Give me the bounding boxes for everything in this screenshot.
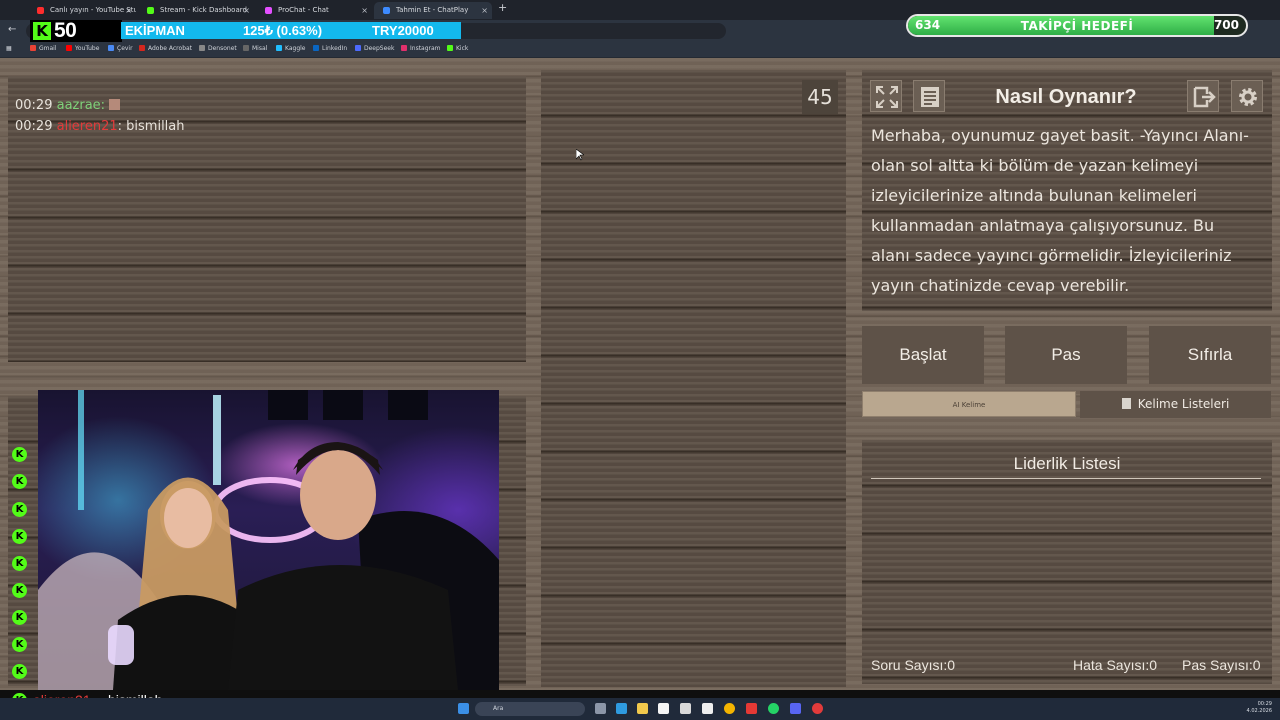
bookmark-instagram[interactable]: Instagram xyxy=(401,45,441,52)
chrome-icon[interactable] xyxy=(724,703,735,714)
youtube-app-icon[interactable] xyxy=(746,703,757,714)
countdown-timer: 45 xyxy=(802,80,838,114)
windows-taskbar: Ara 00:29 4.02.2026 xyxy=(0,698,1280,720)
goal-target: 700 xyxy=(1213,18,1239,32)
kick-icon xyxy=(147,7,154,14)
how-to-text: Merhaba, oyunumuz gayet basit. -Yayıncı … xyxy=(871,126,1249,295)
taskbar-search[interactable]: Ara xyxy=(475,702,585,716)
leaderboard-panel xyxy=(862,440,1272,684)
bookmark-densonet[interactable]: Densonet xyxy=(199,45,237,52)
whatsapp-icon[interactable] xyxy=(768,703,779,714)
tab-prochat[interactable]: ProChat - Chat × xyxy=(256,2,372,19)
bookmark-deepseek[interactable]: DeepSeek xyxy=(355,45,394,52)
leaderboard-divider xyxy=(871,478,1261,479)
start-button[interactable]: Başlat xyxy=(862,326,984,384)
settings-button[interactable] xyxy=(1231,80,1263,112)
follower-goal-bar: 634 TAKİPÇİ HEDEFİ 700 xyxy=(906,14,1248,37)
reset-button[interactable]: Sıfırla xyxy=(1149,326,1271,384)
back-icon[interactable]: ← xyxy=(8,24,16,35)
start-menu-icon[interactable] xyxy=(458,703,469,714)
task-view-icon[interactable] xyxy=(595,703,606,714)
notes-button[interactable] xyxy=(913,80,945,112)
document-icon xyxy=(921,87,939,107)
close-icon[interactable]: × xyxy=(125,2,132,19)
bookmark-misal[interactable]: Misal xyxy=(243,45,267,52)
bookmark-youtube[interactable]: YouTube xyxy=(66,45,99,52)
how-to-title: Nasıl Oynanır? xyxy=(995,86,1137,108)
close-icon[interactable]: × xyxy=(361,2,368,19)
ticker-item: EKİPMAN xyxy=(125,23,185,38)
tab-label: ProChat - Chat xyxy=(278,6,329,14)
tab-label: Tahmin Et - ChatPlay xyxy=(396,6,469,14)
close-icon[interactable]: × xyxy=(243,2,250,19)
chat-log-line: 00:29 alieren21: bismillah xyxy=(15,119,185,134)
goal-title: TAKİPÇİ HEDEFİ xyxy=(1020,19,1134,33)
fullscreen-icon xyxy=(876,86,898,108)
kick-chat-icon: K xyxy=(12,474,27,489)
obs-icon[interactable] xyxy=(812,703,823,714)
ai-word-label: AI Kelime xyxy=(952,401,986,409)
kick-chat-icon: K xyxy=(12,502,27,517)
bookmark-gmail[interactable]: Gmail xyxy=(30,45,57,52)
ai-word-button[interactable]: AI Kelime xyxy=(862,391,1076,417)
prochat-icon xyxy=(265,7,272,14)
discord-icon[interactable] xyxy=(790,703,801,714)
app-icon[interactable] xyxy=(702,703,713,714)
exit-button[interactable] xyxy=(1187,80,1219,112)
gear-icon xyxy=(1239,88,1257,106)
screen: Canlı yayın - YouTube Studio × Stream - … xyxy=(0,0,1280,720)
kick-viewer-count: 50 xyxy=(54,19,77,42)
kick-chat-icon: K xyxy=(12,529,27,544)
fullscreen-button[interactable] xyxy=(870,80,902,112)
ticker-item: 125₺ (0.63%) xyxy=(242,22,323,38)
bookmark-adobe[interactable]: Adobe Acrobat xyxy=(139,45,192,52)
bookmark-linkedin[interactable]: LinkedIn xyxy=(313,45,347,52)
tab-youtube-studio[interactable]: Canlı yayın - YouTube Studio × xyxy=(28,2,136,19)
new-tab-icon[interactable]: + xyxy=(498,1,507,14)
close-icon[interactable]: × xyxy=(481,2,488,19)
chat-log-line: 00:29 aazrae: xyxy=(15,98,121,113)
kick-chat-icon: K xyxy=(12,447,27,462)
word-lists-label: Kelime Listeleri xyxy=(1137,397,1230,411)
kick-chat-icon: K xyxy=(12,664,27,679)
leaderboard-title: Liderlik Listesi xyxy=(1013,454,1121,473)
kick-chat-icon: K xyxy=(12,583,27,598)
chatplay-icon xyxy=(383,7,390,14)
apps-icon[interactable]: ▦ xyxy=(6,45,12,52)
kick-chat-icon: K xyxy=(12,556,27,571)
kick-chat-icon: K xyxy=(12,610,27,625)
pass-count: Pas Sayısı:0 xyxy=(1182,657,1261,673)
bookmarks-bar: ▦ Gmail YouTube Çevir Adobe Acrobat Dens… xyxy=(0,42,1280,58)
bookmark-kaggle[interactable]: Kaggle xyxy=(276,45,305,52)
word-area-panel xyxy=(541,70,846,687)
question-count: Soru Sayısı:0 xyxy=(871,657,956,673)
notepad-icon[interactable] xyxy=(680,703,691,714)
emote-icon xyxy=(109,99,121,110)
bookmark-cevir[interactable]: Çevir xyxy=(108,45,133,52)
ticker-item: TRY20000 xyxy=(372,23,434,38)
kick-chat-icon: K xyxy=(12,637,27,652)
webcam-feed xyxy=(38,390,499,690)
youtube-icon xyxy=(37,7,44,14)
kick-viewer-badge: K 50 xyxy=(30,19,122,42)
pass-button[interactable]: Pas xyxy=(1005,326,1127,384)
word-lists-button[interactable]: Kelime Listeleri xyxy=(1080,391,1271,418)
tab-label: Stream - Kick Dashboard xyxy=(160,6,247,14)
bookmark-kick[interactable]: Kick xyxy=(447,45,468,52)
taskbar-clock[interactable]: 00:29 4.02.2026 xyxy=(1247,701,1272,715)
tab-kick-dashboard[interactable]: Stream - Kick Dashboard × xyxy=(138,2,254,19)
tab-label: Canlı yayın - YouTube Studio xyxy=(50,6,136,14)
error-count: Hata Sayısı:0 xyxy=(1073,657,1158,673)
donation-ticker: EKİPMAN 125₺ (0.63%) TRY20000 xyxy=(121,22,461,39)
book-icon xyxy=(1121,398,1131,409)
webcam-scene xyxy=(38,390,499,690)
tab-chatplay[interactable]: Tahmin Et - ChatPlay × xyxy=(374,2,492,19)
kick-logo-icon: K xyxy=(33,22,51,40)
exit-icon xyxy=(1193,86,1216,108)
edge-icon[interactable] xyxy=(616,703,627,714)
store-icon[interactable] xyxy=(658,703,669,714)
folder-icon[interactable] xyxy=(637,703,648,714)
